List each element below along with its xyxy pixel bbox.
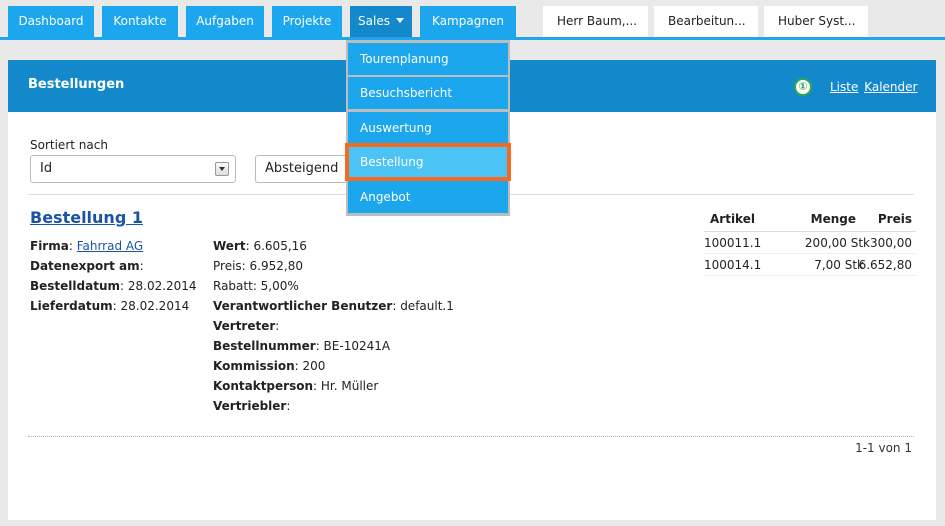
detail-label: Datenexport am [30, 259, 140, 273]
detail-vertriebler: Vertriebler: [213, 399, 291, 413]
cell-menge: 7,00 Stk [814, 258, 864, 272]
cell-artikel: 100011.1 [704, 236, 762, 250]
detail-label: Preis [213, 259, 242, 273]
order-details-right: Wert: 6.605,16 Preis: 6.952,80 Rabatt: 5… [213, 236, 454, 416]
sort-order-select[interactable]: Absteigend [255, 155, 355, 183]
order-title-link[interactable]: Bestellung 1 [30, 208, 143, 227]
detail-label: Firma [30, 239, 69, 253]
detail-value: 28.02.2014 [127, 279, 197, 293]
table-row: 100014.1 7,00 Stk 6.652,80 [704, 254, 916, 276]
detail-label: Bestellnummer [213, 339, 316, 353]
top-navigation: Dashboard Kontakte Aufgaben Projekte Sal… [0, 0, 945, 39]
order-details-left: Firma: Fahrrad AG Datenexport am: Bestel… [30, 236, 197, 316]
chevron-down-icon [395, 18, 404, 23]
sort-order-value: Absteigend [265, 161, 339, 176]
menu-item-bestellung[interactable]: Bestellung [345, 143, 511, 181]
open-tab-herr-baum[interactable]: Herr Baum,... [543, 6, 648, 37]
detail-bestelldatum: Bestelldatum: 28.02.2014 [30, 279, 197, 293]
detail-label: Rabatt [213, 279, 253, 293]
detail-label: Vertreter [213, 319, 276, 333]
view-kalender-link[interactable]: Kalender [864, 80, 917, 94]
detail-label: Wert [213, 239, 246, 253]
detail-value: 28.02.2014 [120, 299, 190, 313]
detail-vertreter: Vertreter: [213, 319, 280, 333]
detail-preis: Preis: 6.952,80 [213, 259, 303, 273]
tab-aufgaben[interactable]: Aufgaben [186, 6, 264, 37]
detail-benutzer: Verantwortlicher Benutzer: default.1 [213, 299, 454, 313]
detail-label: Kontaktperson [213, 379, 314, 393]
detail-value: default.1 [400, 299, 454, 313]
open-tab-bearbeitung[interactable]: Bearbeitun... [654, 6, 758, 37]
cell-preis: 6.652,80 [858, 258, 912, 272]
detail-lieferdatum: Lieferdatum: 28.02.2014 [30, 299, 190, 313]
table-row: 100011.1 200,00 Stk 300,00 [704, 232, 916, 254]
articles-table: Artikel Menge Preis 100011.1 200,00 Stk … [704, 208, 916, 276]
pagination-info: 1-1 von 1 [855, 441, 912, 455]
cell-menge: 200,00 Stk [804, 236, 870, 250]
menu-item-besuchsbericht[interactable]: Besuchsbericht [348, 77, 508, 109]
detail-label: Kommission [213, 359, 295, 373]
detail-kontaktperson: Kontaktperson: Hr. Müller [213, 379, 379, 393]
detail-bestellnummer: Bestellnummer: BE-10241A [213, 339, 391, 353]
detail-value: 5,00% [260, 279, 299, 293]
detail-firma: Firma: Fahrrad AG [30, 239, 144, 253]
detail-value: Hr. Müller [320, 379, 379, 393]
detail-value: 200 [302, 359, 326, 373]
col-artikel: Artikel [710, 212, 755, 226]
table-header: Artikel Menge Preis [704, 208, 916, 232]
detail-rabatt: Rabatt: 5,00% [213, 279, 299, 293]
detail-label: Verantwortlicher Benutzer [213, 299, 393, 313]
cell-preis: 300,00 [870, 236, 912, 250]
tab-kampagnen[interactable]: Kampagnen [420, 6, 516, 37]
view-liste-link[interactable]: Liste [830, 80, 858, 94]
col-preis: Preis [877, 212, 912, 226]
sort-field-select[interactable]: Id [30, 155, 236, 183]
tab-dashboard[interactable]: Dashboard [8, 6, 94, 37]
menu-item-auswertung[interactable]: Auswertung [348, 112, 508, 144]
detail-kommission: Kommission: 200 [213, 359, 326, 373]
chevron-down-icon [215, 162, 229, 176]
tab-kontakte[interactable]: Kontakte [102, 6, 178, 37]
sort-field-value: Id [40, 161, 53, 176]
sort-label: Sortiert nach [30, 138, 108, 152]
view-switcher: Liste Kalender [830, 80, 919, 94]
detail-label: Bestelldatum [30, 279, 120, 293]
tab-sales-label: Sales [358, 14, 390, 28]
info-icon[interactable]: ① [794, 78, 812, 96]
detail-wert: Wert: 6.605,16 [213, 239, 307, 253]
company-link[interactable]: Fahrrad AG [77, 239, 144, 253]
sales-dropdown-menu: Tourenplanung Besuchsbericht Auswertung … [345, 40, 511, 216]
tab-projekte[interactable]: Projekte [272, 6, 342, 37]
menu-item-angebot[interactable]: Angebot [348, 181, 508, 213]
detail-value: BE-10241A [323, 339, 391, 353]
detail-label: Lieferdatum [30, 299, 113, 313]
divider [28, 436, 914, 437]
open-tab-huber-systeme[interactable]: Huber Syst... [764, 6, 868, 37]
tab-sales[interactable]: Sales [350, 6, 412, 37]
page-title: Bestellungen [28, 77, 125, 92]
detail-datenexport: Datenexport am: [30, 259, 144, 273]
detail-label: Vertriebler [213, 399, 287, 413]
detail-value: 6.952,80 [249, 259, 303, 273]
cell-artikel: 100014.1 [704, 258, 762, 272]
detail-value: 6.605,16 [253, 239, 307, 253]
col-menge: Menge [810, 212, 856, 226]
menu-item-tourenplanung[interactable]: Tourenplanung [348, 43, 508, 75]
